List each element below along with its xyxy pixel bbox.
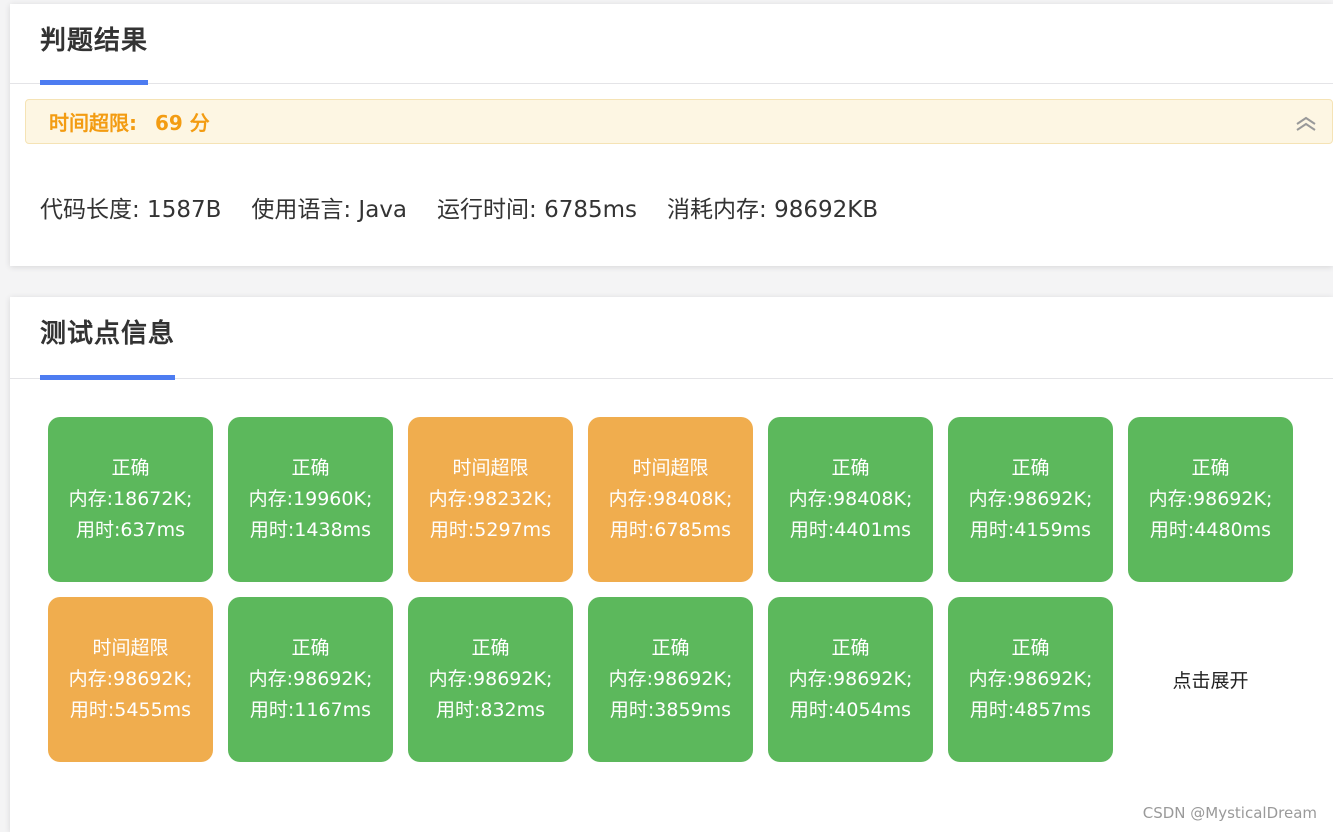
- test-point-status: 正确: [831, 457, 870, 479]
- test-point-tile[interactable]: 时间超限内存:98408K; 用时:6785ms: [588, 417, 753, 582]
- test-point-tile[interactable]: 正确内存:98692K; 用时:4159ms: [948, 417, 1113, 582]
- expand-button[interactable]: 点击展开: [1128, 597, 1293, 762]
- status-bar[interactable]: 时间超限: 69 分: [25, 99, 1333, 144]
- test-point-tile[interactable]: 正确内存:98692K; 用时:4054ms: [768, 597, 933, 762]
- test-point-tile[interactable]: 正确内存:18672K; 用时:637ms: [48, 417, 213, 582]
- judge-result-header: 判题结果: [10, 4, 1333, 85]
- test-point-time: 用时:4480ms: [1149, 519, 1272, 541]
- test-point-tile[interactable]: 正确内存:19960K; 用时:1438ms: [228, 417, 393, 582]
- score-value: 69 分: [155, 111, 210, 135]
- test-point-tile[interactable]: 正确内存:98692K; 用时:832ms: [408, 597, 573, 762]
- test-point-memory: 内存:98692K;: [428, 668, 553, 690]
- test-point-tile[interactable]: 正确内存:98408K; 用时:4401ms: [768, 417, 933, 582]
- test-point-memory: 内存:98692K;: [968, 488, 1093, 510]
- run-time: 运行时间: 6785ms: [437, 197, 638, 223]
- test-point-status: 时间超限: [632, 457, 709, 479]
- title-underline: [40, 80, 148, 85]
- test-point-status: 正确: [471, 637, 510, 659]
- test-point-status: 正确: [831, 637, 870, 659]
- test-point-time: 用时:4159ms: [969, 519, 1092, 541]
- test-point-memory: 内存:98232K;: [428, 488, 553, 510]
- test-point-time: 用时:4857ms: [969, 699, 1092, 721]
- test-point-status: 正确: [1011, 457, 1050, 479]
- memory-usage: 消耗内存: 98692KB: [667, 197, 879, 223]
- test-point-status: 时间超限: [452, 457, 529, 479]
- test-point-time: 用时:5297ms: [429, 519, 552, 541]
- test-point-memory: 内存:98692K;: [1148, 488, 1273, 510]
- test-point-status: 正确: [291, 457, 330, 479]
- test-points-header: 测试点信息: [10, 297, 1333, 380]
- judge-result-title: 判题结果: [40, 26, 149, 56]
- test-point-time: 用时:1167ms: [249, 699, 372, 721]
- test-point-status: 正确: [1011, 637, 1050, 659]
- test-point-memory: 内存:98692K;: [608, 668, 733, 690]
- test-point-status: 正确: [291, 637, 330, 659]
- test-point-memory: 内存:18672K;: [68, 488, 193, 510]
- test-point-time: 用时:3859ms: [609, 699, 732, 721]
- test-point-time: 用时:1438ms: [249, 519, 372, 541]
- test-point-tile[interactable]: 正确内存:98692K; 用时:3859ms: [588, 597, 753, 762]
- judge-result-card: 判题结果 时间超限: 69 分 代码长度: 1587B 使用语言: Java 运…: [10, 4, 1333, 266]
- test-point-time: 用时:6785ms: [609, 519, 732, 541]
- test-point-status: 正确: [1191, 457, 1230, 479]
- code-length: 代码长度: 1587B: [40, 197, 222, 223]
- test-point-memory: 内存:98692K;: [68, 668, 193, 690]
- watermark: CSDN @MysticalDream: [1142, 804, 1317, 822]
- submission-meta: 代码长度: 1587B 使用语言: Java 运行时间: 6785ms 消耗内存…: [40, 190, 878, 224]
- test-point-memory: 内存:98692K;: [968, 668, 1093, 690]
- test-point-tile[interactable]: 时间超限内存:98232K; 用时:5297ms: [408, 417, 573, 582]
- test-point-memory: 内存:98408K;: [608, 488, 733, 510]
- test-point-tile[interactable]: 时间超限内存:98692K; 用时:5455ms: [48, 597, 213, 762]
- test-point-time: 用时:4401ms: [789, 519, 912, 541]
- language: 使用语言: Java: [251, 197, 408, 223]
- test-point-memory: 内存:98692K;: [788, 668, 913, 690]
- test-point-time: 用时:832ms: [435, 699, 546, 721]
- test-point-status: 正确: [111, 457, 150, 479]
- test-point-time: 用时:5455ms: [69, 699, 192, 721]
- test-point-memory: 内存:98408K;: [788, 488, 913, 510]
- test-points-card: 测试点信息 点击展开 正确 内存:18672K; 用时:637ms 正确 内存:1996…: [10, 297, 1333, 832]
- test-point-status: 时间超限: [92, 637, 169, 659]
- title-underline: [40, 375, 175, 380]
- chevron-double-up-icon[interactable]: [1294, 115, 1318, 131]
- status-label: 时间超限:: [49, 111, 137, 135]
- test-point-status: 正确: [651, 637, 690, 659]
- test-point-time: 用时:4054ms: [789, 699, 912, 721]
- test-points-title: 测试点信息: [40, 319, 176, 349]
- test-point-tile[interactable]: 正确内存:98692K; 用时:4480ms: [1128, 417, 1293, 582]
- test-point-memory: 内存:19960K;: [248, 488, 373, 510]
- test-point-memory: 内存:98692K;: [248, 668, 373, 690]
- test-point-time: 用时:637ms: [75, 519, 186, 541]
- test-point-tile[interactable]: 正确内存:98692K; 用时:1167ms: [228, 597, 393, 762]
- test-point-tile[interactable]: 正确内存:98692K; 用时:4857ms: [948, 597, 1113, 762]
